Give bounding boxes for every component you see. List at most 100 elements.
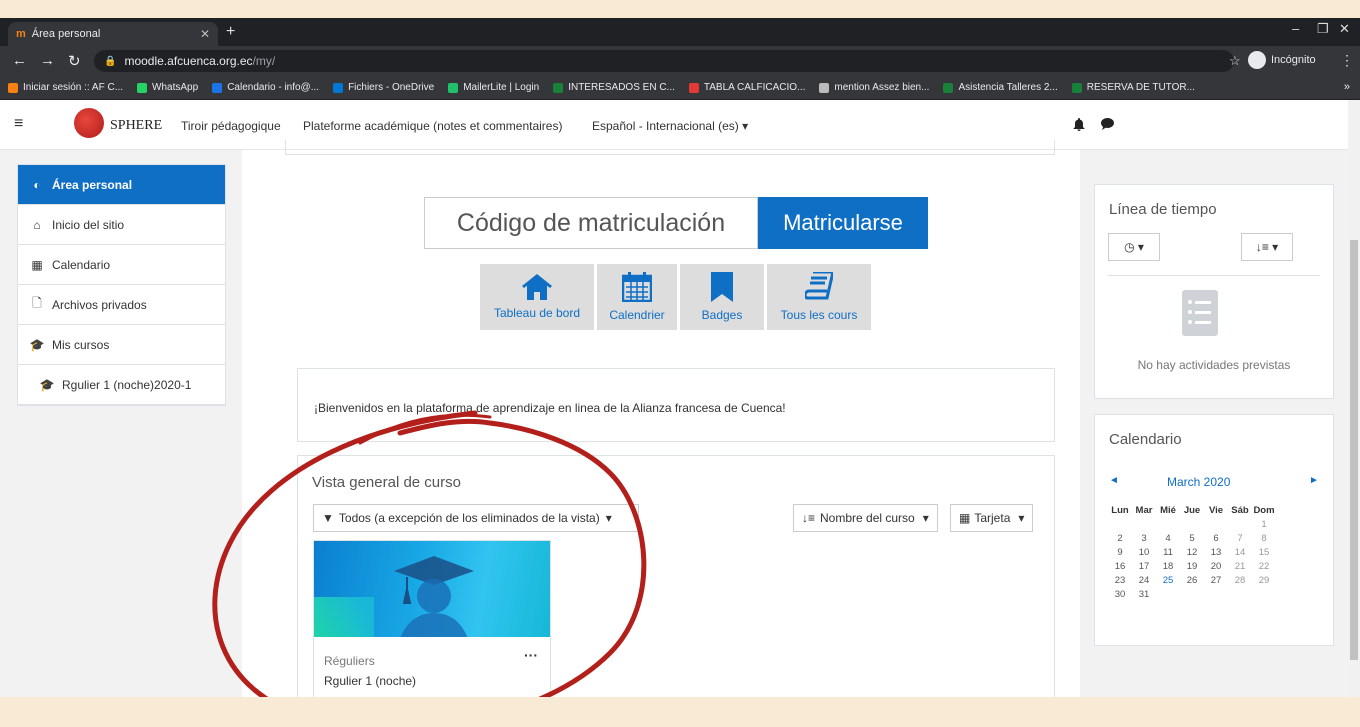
bookmark-star-icon[interactable]: ☆ bbox=[1229, 53, 1241, 69]
url-host: moodle.afcuenca.org.ec bbox=[124, 54, 253, 68]
bookmark-item[interactable]: MailerLite | Login bbox=[448, 82, 539, 93]
calendar-day[interactable]: 29 bbox=[1252, 573, 1276, 587]
reload-icon[interactable]: ↻ bbox=[68, 52, 81, 70]
weekday-label: Dom bbox=[1253, 504, 1275, 516]
calendar-day[interactable]: 21 bbox=[1228, 559, 1252, 573]
calendar-day[interactable]: 19 bbox=[1180, 559, 1204, 573]
calendar-day[interactable]: 13 bbox=[1204, 545, 1228, 559]
calendar-day[interactable]: 22 bbox=[1252, 559, 1276, 573]
close-tab-icon[interactable]: ✕ bbox=[200, 27, 210, 41]
bookmark-item[interactable]: Asistencia Talleres 2... bbox=[943, 82, 1058, 93]
calendar-day[interactable]: 1 bbox=[1252, 517, 1276, 531]
drawer-item-archivos[interactable]: 🗋 Archivos privados bbox=[18, 285, 225, 325]
calendar-day[interactable]: 23 bbox=[1108, 573, 1132, 587]
minimize-icon[interactable]: – bbox=[1292, 21, 1299, 36]
calendar-day[interactable]: 11 bbox=[1156, 545, 1180, 559]
calendar-day bbox=[1156, 517, 1180, 531]
calendar-day[interactable]: 30 bbox=[1108, 587, 1132, 601]
calendar-month[interactable]: March 2020 bbox=[1167, 475, 1230, 489]
bookmark-item[interactable]: mention Assez bien... bbox=[819, 82, 929, 93]
drawer-item-inicio[interactable]: ⌂ Inicio del sitio bbox=[18, 205, 225, 245]
more-bookmarks-icon[interactable]: » bbox=[1344, 81, 1350, 93]
view-dropdown[interactable]: ▦ Tarjeta ▾ bbox=[950, 504, 1034, 532]
next-month-icon[interactable]: ► bbox=[1309, 475, 1319, 486]
calendar-day[interactable]: 18 bbox=[1156, 559, 1180, 573]
calendar-day[interactable]: 25 bbox=[1156, 573, 1180, 587]
drawer-item-label: Rgulier 1 (noche)2020-1 bbox=[62, 377, 192, 392]
forward-icon[interactable]: → bbox=[40, 52, 55, 69]
enrol-button[interactable]: Matricularse bbox=[758, 197, 928, 249]
hamburger-menu-icon[interactable]: ≡ bbox=[14, 115, 23, 133]
chat-icon[interactable] bbox=[1101, 118, 1114, 130]
calendar-day[interactable]: 20 bbox=[1204, 559, 1228, 573]
bookmark-item[interactable]: INTERESADOS EN C... bbox=[553, 82, 675, 93]
bookmark-item[interactable]: TABLA CALFICACIO... bbox=[688, 82, 805, 93]
calendar-day bbox=[1204, 517, 1228, 531]
calendar-day[interactable]: 5 bbox=[1180, 531, 1204, 545]
timeline-filter-dropdown[interactable]: ◷ ▾ bbox=[1108, 233, 1160, 261]
calendar-day[interactable]: 16 bbox=[1108, 559, 1132, 573]
browser-tab[interactable]: m Área personal ✕ bbox=[8, 22, 218, 46]
grid-icon: ▦ bbox=[959, 511, 971, 525]
drawer-item-label: Mis cursos bbox=[52, 337, 110, 352]
calendar-day[interactable]: 27 bbox=[1204, 573, 1228, 587]
shortcut-badges[interactable]: Badges bbox=[680, 264, 764, 330]
menu-tiroir-pedagogique[interactable]: Tiroir pédagogique bbox=[181, 119, 281, 133]
drawer-item-mis-cursos[interactable]: 🎓 Mis cursos bbox=[18, 325, 225, 365]
language-menu[interactable]: Español - Internacional (es) ▾ bbox=[592, 119, 748, 133]
url-path: /my/ bbox=[252, 54, 276, 68]
calendar-day[interactable]: 15 bbox=[1252, 545, 1276, 559]
calendar-day[interactable]: 24 bbox=[1132, 573, 1156, 587]
calendar-day[interactable]: 4 bbox=[1156, 531, 1180, 545]
calendar-day[interactable]: 28 bbox=[1228, 573, 1252, 587]
calendar-day[interactable]: 2 bbox=[1108, 531, 1132, 545]
shortcut-tableau-de-bord[interactable]: Tableau de bord bbox=[480, 264, 594, 330]
restore-icon[interactable]: ❐ bbox=[1317, 21, 1329, 37]
calendar-day[interactable]: 9 bbox=[1108, 545, 1132, 559]
bookmark-item[interactable]: Calendario - info@... bbox=[212, 82, 319, 93]
bookmark-item[interactable]: Iniciar sesión :: AF C... bbox=[8, 82, 123, 93]
new-tab-icon[interactable]: + bbox=[226, 23, 235, 41]
site-brand[interactable]: SPHERE bbox=[110, 118, 162, 134]
back-icon[interactable]: ← bbox=[12, 52, 27, 69]
weekday-label: Vie bbox=[1208, 504, 1224, 516]
bookmark-item[interactable]: Fichiers - OneDrive bbox=[333, 82, 434, 93]
timeline-sort-dropdown[interactable]: ↓≡ ▾ bbox=[1241, 233, 1293, 261]
timeline-block: Línea de tiempo ◷ ▾ ↓≡ ▾ No hay activida… bbox=[1094, 184, 1334, 399]
drawer-item-label: Área personal bbox=[52, 177, 133, 192]
calendar-day[interactable]: 17 bbox=[1132, 559, 1156, 573]
menu-plateforme-academique[interactable]: Plateforme académique (notes et commenta… bbox=[303, 119, 562, 133]
calendar-week: 30 31 bbox=[1108, 587, 1276, 601]
calendar-day[interactable]: 14 bbox=[1228, 545, 1252, 559]
calendar-day[interactable]: 7 bbox=[1228, 531, 1252, 545]
calendar-day[interactable]: 12 bbox=[1180, 545, 1204, 559]
calendar-day bbox=[1228, 517, 1252, 531]
shortcut-tous-les-cours[interactable]: Tous les cours bbox=[767, 264, 871, 330]
calendar-day[interactable]: 10 bbox=[1132, 545, 1156, 559]
bell-icon[interactable] bbox=[1073, 118, 1085, 131]
calendar-day[interactable]: 8 bbox=[1252, 531, 1276, 545]
sphere-logo[interactable] bbox=[74, 108, 104, 138]
shortcut-calendrier[interactable]: Calendrier bbox=[597, 264, 677, 330]
incognito-indicator[interactable]: Incógnito bbox=[1248, 51, 1316, 69]
scrollbar-thumb[interactable] bbox=[1350, 240, 1358, 660]
page-scrollbar[interactable] bbox=[1348, 100, 1360, 697]
calendar-day[interactable]: 6 bbox=[1204, 531, 1228, 545]
browser-menu-icon[interactable]: ⋮ bbox=[1340, 52, 1354, 69]
close-window-icon[interactable]: ✕ bbox=[1339, 21, 1350, 37]
bookmark-label: Calendario - info@... bbox=[227, 82, 320, 93]
calendar-day[interactable]: 31 bbox=[1132, 587, 1156, 601]
home-icon: ⌂ bbox=[33, 217, 41, 232]
enrolment-code-input[interactable]: Código de matriculación bbox=[424, 197, 758, 249]
sort-dropdown[interactable]: ↓≡ Nombre del curso ▾ bbox=[793, 504, 938, 532]
previous-month-icon[interactable]: ◄ bbox=[1109, 475, 1119, 486]
drawer-item-course[interactable]: 🎓 Rgulier 1 (noche)2020-1 bbox=[18, 365, 225, 405]
previous-block-edge bbox=[285, 140, 1055, 155]
drawer-item-area-personal[interactable]: ◐ Área personal bbox=[18, 165, 225, 205]
calendar-day[interactable]: 26 bbox=[1180, 573, 1204, 587]
calendar-day[interactable]: 3 bbox=[1132, 531, 1156, 545]
bookmark-item[interactable]: WhatsApp bbox=[137, 82, 198, 93]
url-field[interactable]: 🔒 moodle.afcuenca.org.ec /my/ bbox=[94, 50, 1234, 72]
drawer-item-calendario[interactable]: ▦ Calendario bbox=[18, 245, 225, 285]
bookmark-item[interactable]: RESERVA DE TUTOR... bbox=[1071, 82, 1195, 93]
